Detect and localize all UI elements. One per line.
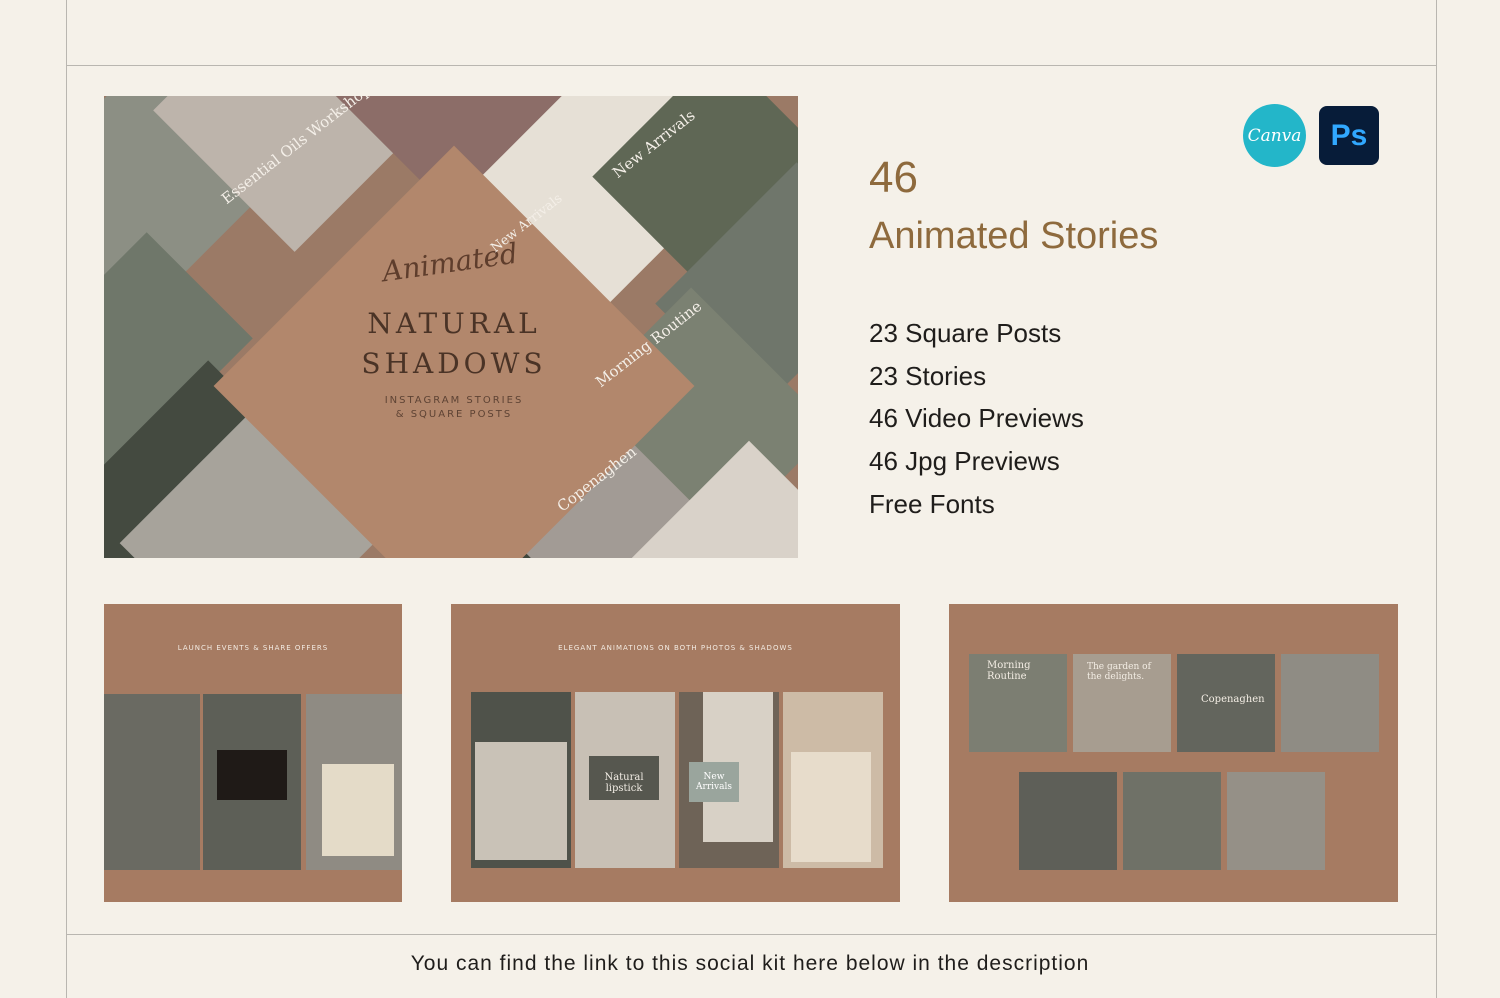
feature-item: Free Fonts — [869, 488, 995, 519]
square-post-card: The garden of the delights. — [1073, 654, 1171, 752]
square-post-card: Copenaghen — [1177, 654, 1275, 752]
square-post-card: Morning Routine — [969, 654, 1067, 752]
feature-list: 23 Square Posts 23 Stories 46 Video Prev… — [869, 312, 1084, 526]
feature-item: 46 Video Previews — [869, 403, 1084, 434]
story-photo — [217, 750, 287, 800]
feature-item: 23 Square Posts — [869, 318, 1062, 348]
story-card — [306, 694, 402, 870]
story-card — [104, 694, 200, 870]
story-card: New Arrivals — [679, 692, 779, 868]
headline-title: Animated Stories — [869, 215, 1159, 257]
feature-item: 46 Jpg Previews — [869, 446, 1060, 477]
square-post-card — [1019, 772, 1117, 870]
frame-bottom-line — [66, 934, 1436, 935]
feature-item: 23 Stories — [869, 360, 987, 391]
square-post-card — [1281, 654, 1379, 752]
hero-title-line: NATURAL — [367, 307, 541, 340]
hero-subtitle: INSTAGRAM STORIES & SQUARE POSTS — [274, 394, 634, 422]
post-label: The garden of the delights. — [1087, 662, 1151, 682]
frame-top-line — [66, 65, 1436, 66]
story-label: New Arrivals — [689, 762, 739, 802]
panel-caption: ELEGANT ANIMATIONS ON BOTH PHOTOS & SHAD… — [558, 644, 793, 652]
post-label: Copenaghen — [1201, 694, 1265, 705]
preview-panel-animations: ELEGANT ANIMATIONS ON BOTH PHOTOS & SHAD… — [451, 604, 900, 902]
hero-mockup-image: Animated NATURAL SHADOWS INSTAGRAM STORI… — [104, 96, 798, 558]
story-card — [203, 694, 301, 870]
square-post-card — [1227, 772, 1325, 870]
frame-left-line — [66, 0, 67, 998]
hero-subtitle-line: & SQUARE POSTS — [395, 409, 513, 420]
story-label: Natural lipstick — [589, 756, 659, 800]
story-card — [471, 692, 571, 868]
square-post-card — [1123, 772, 1221, 870]
story-card — [783, 692, 883, 868]
post-label: Morning Routine — [987, 660, 1031, 682]
frame-right-line — [1436, 0, 1437, 998]
footer-description: You can find the link to this social kit… — [410, 952, 1090, 975]
preview-panel-square-posts: Morning Routine The garden of the deligh… — [949, 604, 1398, 902]
preview-panel-launch: LAUNCH EVENTS & SHARE OFFERS — [104, 604, 402, 902]
story-photo — [791, 752, 871, 862]
panel-caption: LAUNCH EVENTS & SHARE OFFERS — [177, 644, 329, 652]
canva-logo: Canva — [1243, 104, 1306, 167]
hero-title: NATURAL SHADOWS — [254, 304, 654, 384]
stories-count: 46 — [869, 153, 918, 202]
hero-subtitle-line: INSTAGRAM STORIES — [384, 395, 524, 406]
story-photo — [322, 764, 394, 856]
story-photo — [475, 742, 567, 860]
story-card: Natural lipstick — [575, 692, 675, 868]
photoshop-logo: Ps — [1319, 106, 1379, 165]
